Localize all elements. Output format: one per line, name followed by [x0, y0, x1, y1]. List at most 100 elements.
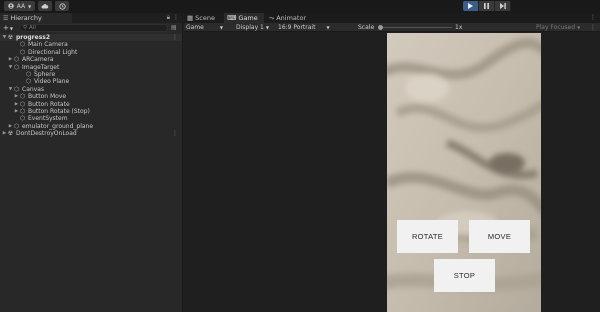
hierarchy-tree: ▼ ☢ progress2 ⋮ ⬡ Main Camera ⬡ Directional Lig…	[0, 34, 182, 137]
scale-slider-handle[interactable]	[378, 25, 383, 30]
chevron-down-icon: ▼	[577, 25, 581, 30]
tree-item-label: Button Move	[28, 93, 67, 101]
tree-item[interactable]: ▶ ⬡ Button Rotate (Stop)	[0, 108, 182, 115]
playmode-controls	[463, 1, 511, 11]
aspect-dropdown[interactable]: 16:9 Portrait ▼	[278, 23, 330, 32]
editor-main: ☰ Hierarchy 🔒︎ ⋮ + ▼ ⚲ All ▤ ▼ ☢ progress2…	[0, 13, 600, 312]
tree-item[interactable]: ▶ ⬡ Button Move	[0, 93, 182, 100]
main-toolbar: AA ▼	[0, 0, 600, 12]
step-icon	[499, 3, 506, 9]
history-icon	[58, 2, 66, 10]
tree-item[interactable]: ⬡ Video Plane	[0, 78, 182, 85]
history-button[interactable]	[55, 1, 69, 11]
tab-hierarchy[interactable]: ☰ Hierarchy	[0, 13, 72, 23]
pause-icon	[484, 3, 489, 9]
tree-item[interactable]: ▶ ⬡ emulator_ground_plane	[0, 123, 182, 130]
tree-item-label: Main Camera	[28, 41, 68, 49]
tree-item-label: DontDestroyOnLoad	[16, 130, 77, 138]
tree-item[interactable]: ⬡ Sphere	[0, 71, 182, 78]
play-focused-label: Play Focused	[536, 24, 576, 31]
account-label: AA	[16, 2, 26, 10]
scene-icon: ☢	[7, 34, 14, 41]
account-dropdown[interactable]: AA ▼	[4, 1, 35, 11]
tab-animator[interactable]: ⤳ Animator	[266, 13, 310, 23]
game-mode-label: Game	[186, 24, 204, 31]
chevron-down-icon: ▼	[28, 3, 32, 9]
tab-scene-label: Scene	[195, 14, 215, 22]
more-vertical-icon[interactable]: ⋮	[590, 23, 596, 32]
animator-icon: ⤳	[269, 13, 275, 22]
list-icon: ☰	[3, 14, 9, 22]
gameobject-icon: ⬡	[19, 100, 26, 108]
game-mode-dropdown[interactable]: Game ▼	[186, 23, 223, 32]
account-icon	[8, 3, 14, 9]
scale-label-text: Scale	[358, 24, 375, 31]
cloud-button[interactable]	[38, 1, 52, 11]
gameobject-icon: ⬡	[19, 107, 26, 115]
play-focused-dropdown[interactable]: Play Focused ▼	[536, 23, 580, 32]
tree-item[interactable]: ▶ ⬡ ARCamera	[0, 56, 182, 63]
display-label: Display 1	[236, 24, 264, 31]
scene-grid-icon: ▦	[187, 14, 194, 22]
search-placeholder: All	[29, 25, 36, 31]
tree-item[interactable]: ⬡ Directional Light	[0, 49, 182, 56]
chevron-down-icon: ▼	[9, 25, 13, 31]
tree-item-label: Directional Light	[28, 48, 78, 56]
search-options-icon[interactable]: ▤	[171, 24, 179, 32]
chevron-down-icon: ▼	[219, 25, 223, 30]
rotate-button[interactable]: ROTATE	[397, 220, 458, 253]
move-button[interactable]: MOVE	[469, 220, 530, 253]
hierarchy-tabbar: ☰ Hierarchy 🔒︎ ⋮	[0, 13, 182, 23]
tree-item-label: Video Plane	[34, 78, 70, 86]
step-button[interactable]	[495, 1, 511, 11]
tree-item[interactable]: ⬡ EventSystem	[0, 115, 182, 122]
scale-slider-track[interactable]	[380, 27, 452, 28]
hierarchy-tab-icons: 🔒︎ ⋮	[167, 14, 179, 22]
gameobject-icon: ⬡	[19, 115, 26, 123]
game-controls-bar: Game ▼ Display 1 ▼ 16:9 Portrait ▼ Scale…	[184, 23, 600, 32]
tab-scene[interactable]: ▦ Scene	[184, 13, 222, 23]
more-vertical-icon[interactable]: ⋮	[590, 14, 596, 21]
scene-row[interactable]: ▶ ☢ DontDestroyOnLoad ⋮	[0, 130, 182, 137]
gameobject-icon: ⬡	[13, 63, 20, 71]
tab-game-label: Game	[238, 14, 258, 22]
hierarchy-panel: ☰ Hierarchy 🔒︎ ⋮ + ▼ ⚲ All ▤ ▼ ☢ progress2…	[0, 13, 183, 312]
play-button[interactable]	[463, 1, 479, 11]
cloud-icon	[41, 3, 49, 8]
tree-item[interactable]: ⬡ Main Camera	[0, 41, 182, 48]
scene-row[interactable]: ▼ ☢ progress2 ⋮	[0, 34, 182, 42]
stop-button[interactable]: STOP	[434, 259, 495, 292]
game-view-panel: ▦ Scene ⌨ Game ⤳ Animator ⋮ Game ▼ Displ…	[184, 13, 600, 312]
lock-icon[interactable]: 🔒︎	[167, 14, 170, 22]
chevron-down-icon: ▼	[326, 25, 330, 30]
more-vertical-icon[interactable]: ⋮	[173, 14, 179, 22]
add-button[interactable]: + ▼	[3, 24, 16, 32]
tab-game[interactable]: ⌨ Game	[224, 13, 264, 23]
tree-item-label: ImageTarget	[22, 63, 60, 71]
gameobject-icon: ⬡	[13, 85, 20, 93]
chevron-down-icon: ▼	[265, 25, 269, 30]
tree-item-label: Button Rotate (Stop)	[28, 107, 90, 115]
tree-item[interactable]: ▼ ⬡ Canvas	[0, 86, 182, 93]
gameobject-icon: ⬡	[19, 93, 26, 101]
display-dropdown[interactable]: Display 1 ▼	[236, 23, 269, 32]
gameobject-icon: ⬡	[25, 70, 32, 78]
tree-item[interactable]: ▼ ⬡ ImageTarget	[0, 64, 182, 71]
hierarchy-search-input[interactable]: ⚲ All	[19, 24, 168, 32]
tree-item-label: EventSystem	[28, 115, 68, 123]
aspect-label: 16:9 Portrait	[278, 24, 316, 31]
more-vertical-icon[interactable]: ⋮	[172, 130, 178, 137]
view-tabbar: ▦ Scene ⌨ Game ⤳ Animator ⋮	[184, 13, 600, 23]
scale-label: Scale	[358, 23, 374, 32]
more-vertical-icon[interactable]: ⋮	[172, 34, 178, 41]
game-screen[interactable]: ROTATE MOVE STOP	[387, 33, 541, 312]
scale-value: 1x	[455, 23, 462, 32]
tree-item-label: Canvas	[22, 85, 45, 93]
hierarchy-search-row: + ▼ ⚲ All ▤	[0, 23, 182, 33]
hierarchy-tab-label: Hierarchy	[10, 14, 42, 22]
gameobject-icon: ⬡	[13, 122, 20, 130]
pause-button[interactable]	[479, 1, 495, 11]
game-canvas[interactable]: ROTATE MOVE STOP	[184, 33, 600, 312]
tree-item[interactable]: ▶ ⬡ Button Rotate	[0, 101, 182, 108]
tree-item-label: Button Rotate	[28, 100, 70, 108]
